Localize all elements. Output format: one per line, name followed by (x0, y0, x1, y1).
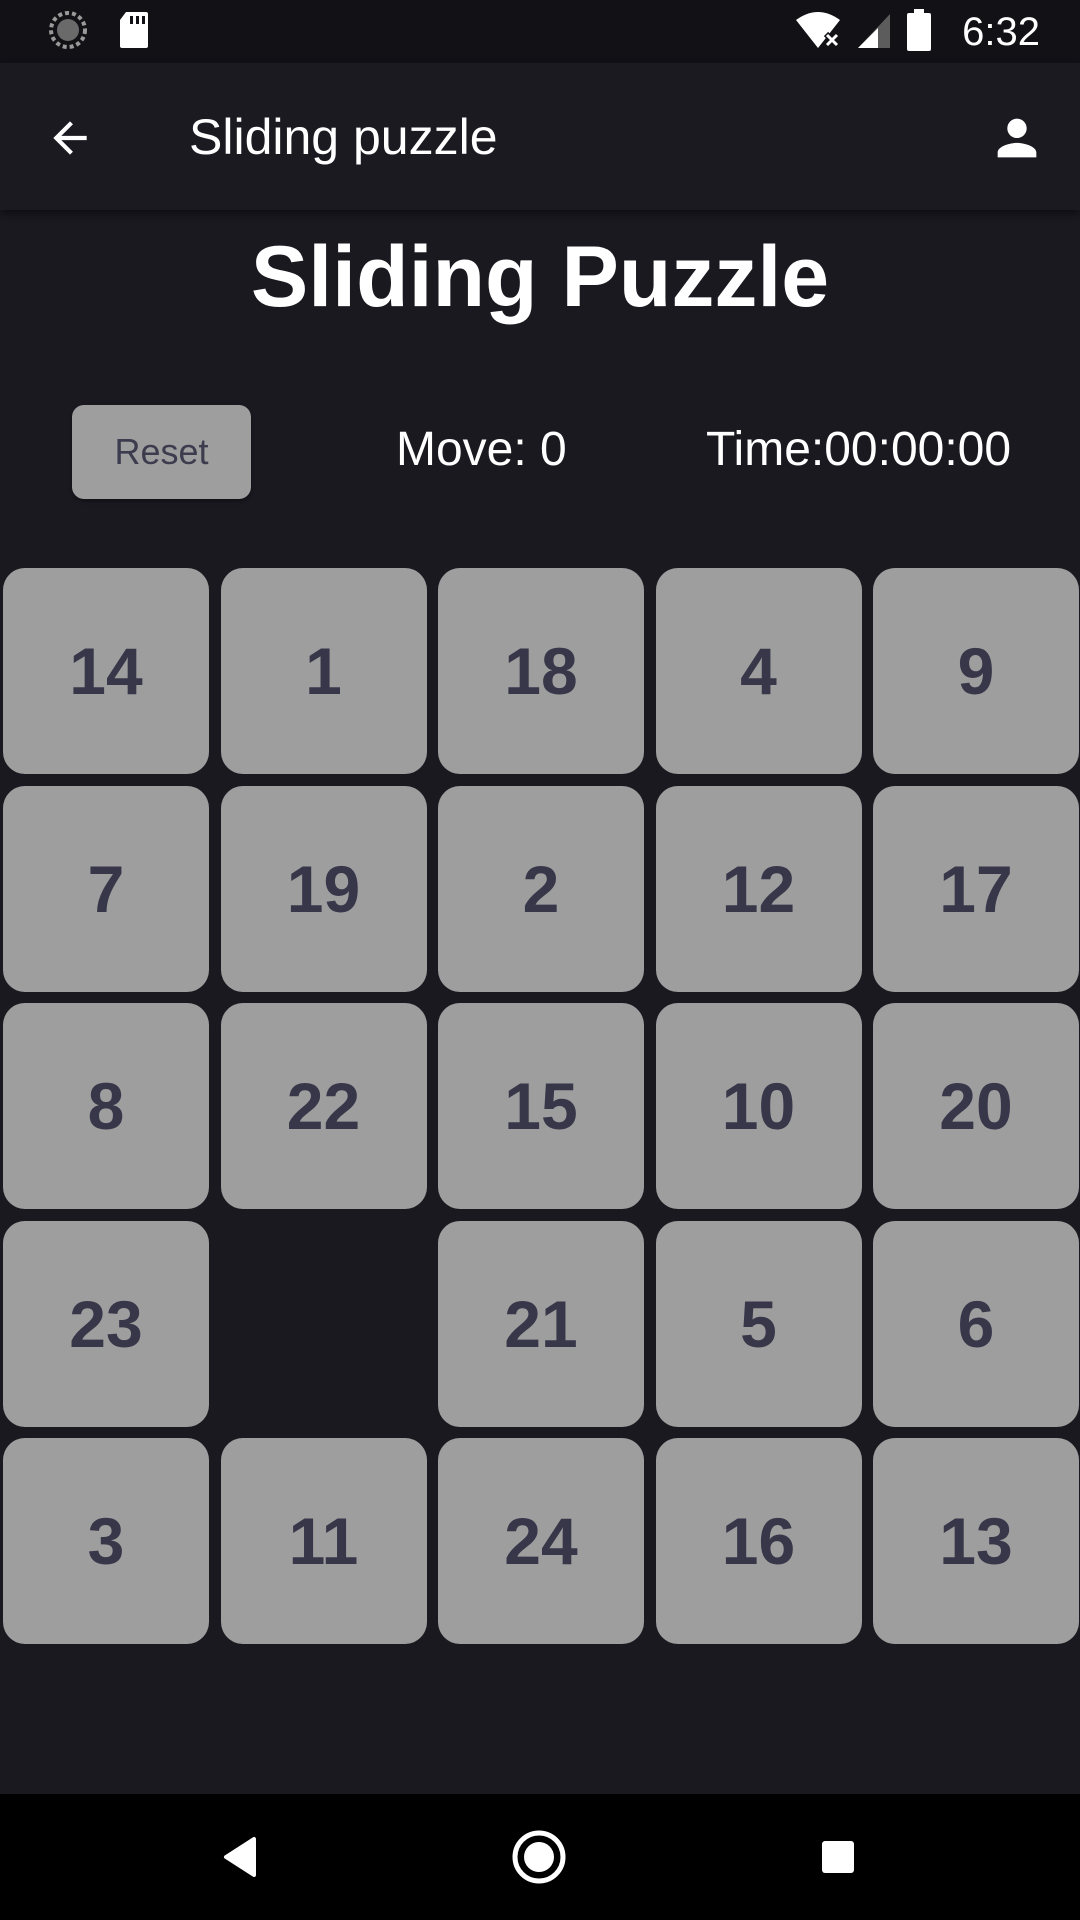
person-icon (997, 118, 1037, 158)
profile-button[interactable] (984, 105, 1050, 171)
page-title: Sliding Puzzle (250, 229, 830, 325)
puzzle-board: 14 1 18 4 9 7 19 2 12 17 8 22 15 10 20 2… (0, 568, 1080, 1653)
puzzle-tile[interactable]: 24 (438, 1438, 644, 1644)
puzzle-tile[interactable]: 21 (438, 1220, 644, 1427)
app-bar-title: Sliding puzzle (189, 109, 498, 165)
puzzle-tile[interactable]: 18 (438, 568, 644, 774)
puzzle-tile[interactable]: 1 (220, 568, 427, 774)
puzzle-tile[interactable]: 2 (438, 785, 644, 992)
puzzle-tile[interactable]: 22 (220, 1003, 427, 1209)
puzzle-tile[interactable]: 16 (655, 1438, 862, 1644)
puzzle-tile[interactable]: 19 (220, 785, 427, 992)
status-bar: 6:32 (0, 0, 1080, 63)
puzzle-tile[interactable]: 11 (220, 1438, 427, 1644)
signal-icon (856, 10, 892, 55)
sd-card-icon (118, 10, 150, 55)
status-time: 6:32 (962, 9, 1040, 54)
sync-icon (48, 10, 88, 55)
timer: Time:00:00:00 (706, 423, 1012, 476)
back-triangle-icon (224, 1837, 256, 1877)
wifi-off-icon (794, 10, 842, 55)
nav-recents-button[interactable] (805, 1824, 871, 1890)
puzzle-tile[interactable]: 12 (655, 785, 862, 992)
home-circle-icon (512, 1830, 566, 1884)
battery-icon (906, 8, 932, 56)
puzzle-tile[interactable]: 3 (3, 1438, 209, 1644)
move-counter: Move: 0 (396, 423, 567, 476)
empty-slot (221, 1221, 427, 1427)
app-bar: Sliding puzzle (0, 63, 1080, 210)
puzzle-tile[interactable]: 17 (873, 785, 1079, 992)
puzzle-tile[interactable]: 14 (3, 568, 209, 774)
puzzle-tile[interactable]: 13 (873, 1438, 1079, 1644)
nav-home-button[interactable] (506, 1824, 572, 1890)
puzzle-tile[interactable]: 8 (3, 1003, 209, 1209)
puzzle-tile[interactable]: 10 (655, 1003, 862, 1209)
puzzle-tile[interactable]: 9 (873, 568, 1079, 774)
arrow-back-icon (53, 121, 87, 155)
back-button[interactable] (40, 108, 100, 168)
nav-back-button[interactable] (207, 1824, 273, 1890)
puzzle-tile[interactable]: 5 (655, 1220, 862, 1427)
puzzle-tile[interactable]: 7 (3, 785, 209, 992)
system-nav-bar (0, 1794, 1080, 1920)
puzzle-tile[interactable]: 6 (873, 1220, 1079, 1427)
puzzle-tile[interactable]: 20 (873, 1003, 1079, 1209)
reset-button[interactable]: Reset (72, 405, 251, 499)
puzzle-tile[interactable]: 23 (3, 1220, 209, 1427)
puzzle-tile[interactable]: 4 (655, 568, 862, 774)
recents-square-icon (822, 1841, 854, 1873)
puzzle-tile[interactable]: 15 (438, 1003, 644, 1209)
